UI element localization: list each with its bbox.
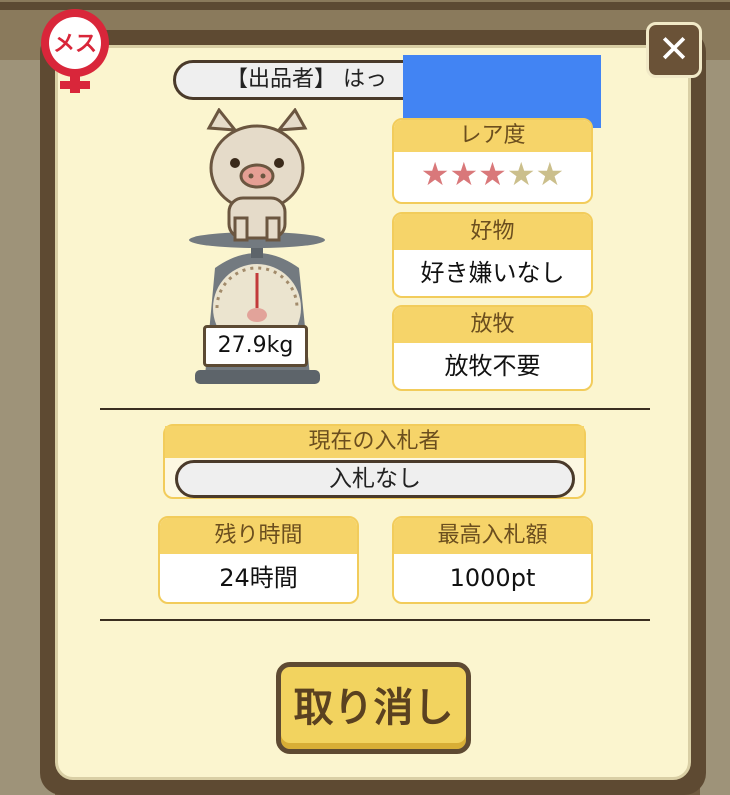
cancel-button[interactable]: 取り消し (276, 662, 471, 754)
rarity-box: レア度 ★★★★★ (392, 118, 593, 204)
divider-bottom (100, 619, 650, 621)
grazing-label: 放牧 (394, 307, 591, 343)
current-bidder-field: 入札なし (175, 460, 575, 498)
current-bidder-value: 入札なし (329, 466, 421, 492)
favorite-box: 好物 好き嫌いなし (392, 212, 593, 298)
gender-badge-text: メス (53, 32, 97, 57)
weight-value: 27.9kg (217, 333, 294, 358)
remaining-time-value: 24時間 (219, 564, 298, 592)
star-filled-icon: ★ (449, 155, 479, 193)
weight-display: 27.9kg (203, 325, 308, 367)
highest-bid-value: 1000pt (449, 564, 536, 592)
grazing-value: 放牧不要 (444, 352, 541, 380)
female-gender-icon: メス (41, 9, 109, 93)
highest-bid-box: 最高入札額 1000pt (392, 516, 593, 604)
favorite-label: 好物 (394, 214, 591, 250)
rarity-stars: ★★★★★ (394, 152, 591, 196)
highest-bid-label: 最高入札額 (394, 518, 591, 554)
divider-top (100, 408, 650, 410)
star-filled-icon: ★ (420, 155, 450, 193)
close-icon: ✕ (658, 27, 690, 71)
current-bidder-label: 現在の入札者 (165, 426, 584, 458)
star-filled-icon: ★ (478, 155, 507, 193)
remaining-time-label: 残り時間 (160, 518, 357, 554)
remaining-time-box: 残り時間 24時間 (158, 516, 359, 604)
rarity-label: レア度 (394, 120, 591, 152)
current-bidder-box: 現在の入札者 入札なし (163, 424, 586, 499)
favorite-value: 好き嫌いなし (420, 259, 565, 287)
star-empty-icon: ★ (535, 155, 565, 193)
star-empty-icon: ★ (506, 155, 536, 193)
close-button[interactable]: ✕ (646, 22, 702, 78)
grazing-box: 放牧 放牧不要 (392, 305, 593, 391)
seller-label: 【出品者】 はっ (226, 67, 387, 92)
cancel-button-label: 取り消し (293, 685, 454, 731)
